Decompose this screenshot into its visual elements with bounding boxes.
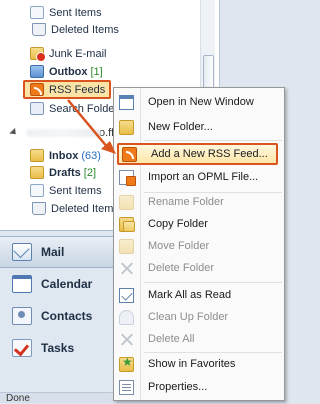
- menu-item-label: Import an OPML File...: [148, 171, 259, 183]
- menu-item-label: New Folder...: [148, 121, 213, 133]
- new-window-icon: [119, 94, 134, 110]
- menu-item-clean-up-folder[interactable]: Clean Up Folder: [116, 306, 282, 328]
- folder-junk-email[interactable]: Junk E-mail: [30, 45, 106, 62]
- search-folder-icon: [30, 102, 44, 115]
- folder-label: Junk E-mail: [49, 47, 107, 60]
- new-folder-icon: [119, 119, 134, 135]
- opml-import-icon: [119, 169, 136, 186]
- folder-deleted-items-2[interactable]: Deleted Item: [30, 200, 113, 217]
- sent-items-icon: [30, 6, 44, 19]
- menu-item-label: Mark All as Read: [148, 289, 232, 301]
- menu-item-add-rss-feed[interactable]: Add a New RSS Feed...: [117, 143, 278, 165]
- calendar-icon: [12, 275, 32, 293]
- menu-item-delete-all[interactable]: Delete All: [116, 328, 282, 350]
- menu-item-import-opml[interactable]: Import an OPML File...: [116, 166, 282, 188]
- folder-label: Sent Items: [49, 6, 102, 19]
- outbox-icon: [30, 65, 44, 78]
- sent-items-icon: [30, 184, 44, 197]
- contacts-icon: [12, 307, 32, 325]
- mark-read-icon: [119, 287, 134, 303]
- rename-folder-icon: [119, 194, 134, 210]
- menu-item-new-folder[interactable]: New Folder...: [116, 116, 282, 138]
- drafts-icon: [30, 166, 44, 179]
- move-folder-icon: [119, 238, 134, 254]
- nav-button-label: Calendar: [41, 277, 93, 291]
- folder-rss-feeds[interactable]: RSS Feeds: [30, 81, 105, 98]
- menu-item-label: Open in New Window: [148, 96, 254, 108]
- folder-label: Inbox: [49, 149, 79, 162]
- menu-item-label: Clean Up Folder: [148, 311, 229, 323]
- folder-sent-items-2[interactable]: Sent Items: [30, 182, 102, 199]
- deleted-items-icon: [32, 23, 46, 36]
- folder-label: Search Folde: [49, 102, 115, 115]
- folder-label: Sent Items: [49, 184, 102, 197]
- folder-outbox[interactable]: Outbox [1]: [30, 63, 103, 80]
- nav-button-label: Tasks: [41, 341, 75, 355]
- folder-inbox[interactable]: Inbox (63): [30, 147, 101, 164]
- menu-item-label: Properties...: [148, 381, 208, 393]
- delete-all-icon: [119, 332, 134, 347]
- menu-separator: [144, 282, 282, 283]
- folder-label: Outbox: [49, 65, 88, 78]
- folder-sent-items[interactable]: Sent Items: [30, 4, 102, 21]
- account-name-redacted: [26, 128, 101, 137]
- deleted-items-icon: [32, 202, 46, 215]
- account-name-tail: o.ff: [99, 126, 115, 139]
- folder-search-folders[interactable]: Search Folde: [30, 100, 114, 117]
- nav-button-label: Mail: [41, 245, 65, 259]
- folder-label: Deleted Items: [51, 23, 119, 36]
- clean-up-icon: [119, 309, 134, 325]
- menu-item-label: Add a New RSS Feed...: [151, 148, 268, 160]
- menu-item-label: Delete All: [148, 333, 195, 345]
- draft-count: [2]: [83, 166, 97, 179]
- copy-folder-icon: [119, 216, 135, 232]
- account-header[interactable]: o.ff: [9, 124, 115, 141]
- inbox-icon: [30, 149, 44, 162]
- rss-feed-icon: [122, 146, 137, 162]
- menu-item-label: Move Folder: [148, 240, 210, 252]
- junk-email-icon: [30, 47, 46, 62]
- folder-label: Drafts: [49, 166, 81, 179]
- folder-label: RSS Feeds: [49, 83, 106, 96]
- properties-icon: [119, 379, 134, 395]
- unread-count: (63): [81, 149, 101, 162]
- folder-deleted-items[interactable]: Deleted Items: [30, 21, 119, 38]
- favorites-icon: [119, 355, 134, 372]
- menu-item-label: Copy Folder: [148, 218, 208, 230]
- status-text: Done: [6, 393, 30, 404]
- rss-feed-icon: [30, 83, 44, 96]
- menu-item-rename-folder[interactable]: Rename Folder: [116, 191, 282, 213]
- folder-context-menu: Open in New Window New Folder... Add a N…: [113, 87, 285, 401]
- menu-item-delete-folder[interactable]: Delete Folder: [116, 257, 282, 279]
- menu-item-copy-folder[interactable]: Copy Folder: [116, 213, 282, 235]
- folder-drafts[interactable]: Drafts [2]: [30, 164, 96, 181]
- delete-folder-icon: [119, 261, 134, 276]
- menu-item-properties[interactable]: Properties...: [116, 376, 282, 398]
- menu-item-show-in-favorites[interactable]: Show in Favorites: [116, 353, 282, 375]
- menu-separator: [144, 140, 282, 141]
- unread-count: [1]: [90, 65, 103, 78]
- nav-button-label: Contacts: [41, 309, 93, 323]
- menu-item-label: Show in Favorites: [148, 358, 236, 370]
- folder-label: Deleted Item: [51, 202, 114, 215]
- menu-item-mark-all-read[interactable]: Mark All as Read: [116, 284, 282, 306]
- collapse-triangle-icon[interactable]: [9, 127, 19, 138]
- mail-icon: [12, 243, 32, 261]
- menu-item-move-folder[interactable]: Move Folder: [116, 235, 282, 257]
- tasks-icon: [12, 339, 32, 357]
- menu-item-open-new-window[interactable]: Open in New Window: [116, 91, 282, 113]
- menu-item-label: Rename Folder: [148, 196, 224, 208]
- menu-item-label: Delete Folder: [148, 262, 215, 274]
